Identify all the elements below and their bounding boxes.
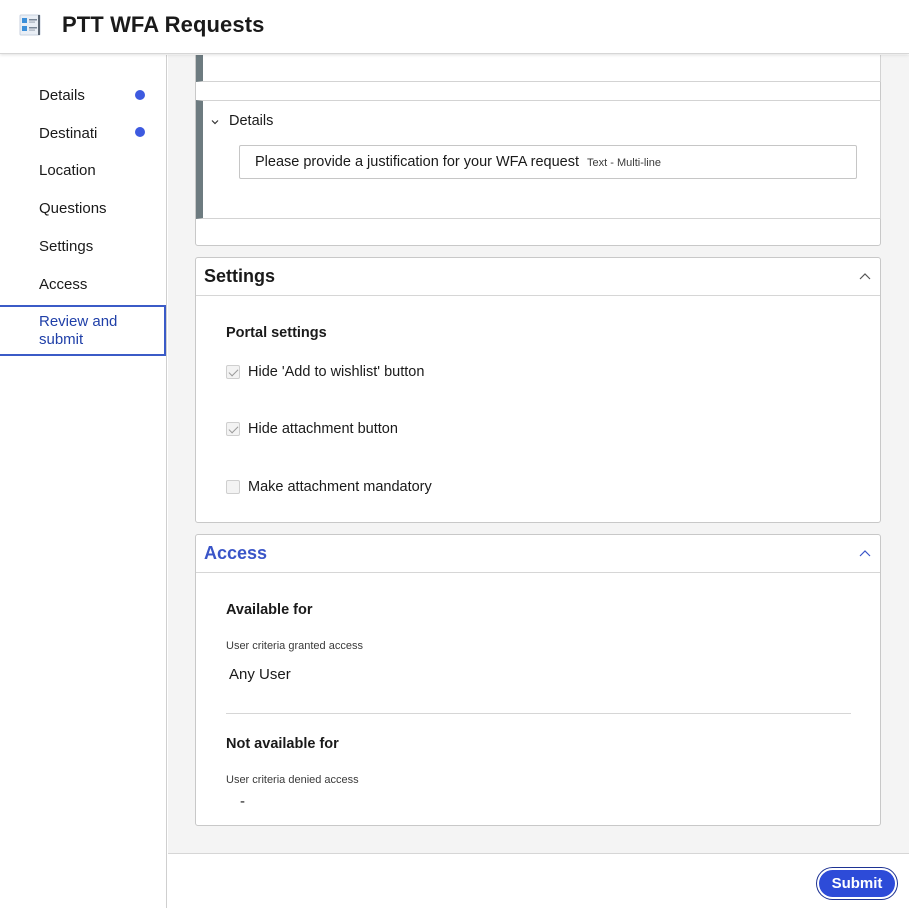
sidebar-nav: Details Destinati Location Questions Set… [0, 55, 167, 908]
hide-attachment-checkbox[interactable] [226, 422, 240, 436]
granted-access-label: User criteria granted access [226, 640, 363, 652]
settings-card-header[interactable]: Settings [196, 258, 880, 296]
checkbox-label: Hide attachment button [248, 421, 398, 437]
sidebar-item-label: Questions [39, 200, 107, 217]
checkbox-label: Hide 'Add to wishlist' button [248, 364, 425, 380]
variable-block-toggle-label[interactable]: Details [229, 113, 273, 129]
sidebar-item-review-and-submit[interactable]: Review and submit [0, 305, 166, 356]
sidebar-item-label: Access [39, 276, 88, 293]
page-title: PTT WFA Requests [62, 12, 265, 37]
settings-card: Settings Portal settings Hide 'Add to wi… [195, 257, 881, 523]
access-card: Access Available for User criteria grant… [195, 534, 881, 826]
hide-wishlist-checkbox[interactable] [226, 365, 240, 379]
granted-access-value: Any User [229, 666, 291, 683]
variable-block-details: Details Please provide a justification f… [196, 100, 881, 219]
denied-access-value: - [240, 793, 245, 810]
hide-wishlist-option: Hide 'Add to wishlist' button [226, 362, 424, 382]
sidebar-item-label: Details [39, 87, 85, 104]
app-header: PTT WFA Requests [0, 0, 909, 54]
chevron-down-icon[interactable] [210, 117, 220, 127]
sidebar-item-destination[interactable]: Destinati [0, 115, 166, 153]
field-type-label: Text - Multi-line [587, 157, 661, 169]
field-question-text: Please provide a justification for your … [255, 154, 579, 170]
settings-card-title: Settings [204, 266, 276, 286]
chevron-up-icon[interactable] [858, 270, 872, 284]
sidebar-item-location[interactable]: Location [0, 152, 166, 190]
form-list-icon [19, 14, 41, 36]
variable-block [196, 55, 881, 82]
portal-settings-heading: Portal settings [226, 325, 327, 341]
questions-card: Details Please provide a justification f… [195, 55, 881, 246]
status-dot [135, 127, 145, 137]
sidebar-item-label: Location [39, 162, 96, 179]
sidebar-item-details[interactable]: Details [0, 77, 166, 115]
status-dot [135, 90, 145, 100]
sidebar-item-settings[interactable]: Settings [0, 228, 166, 266]
main-content[interactable]: Details Please provide a justification f… [168, 55, 909, 853]
access-card-header[interactable]: Access [196, 535, 880, 573]
not-available-for-heading: Not available for [226, 736, 339, 752]
justification-field[interactable]: Please provide a justification for your … [239, 145, 857, 179]
access-card-title: Access [204, 543, 268, 563]
sidebar-item-label: Review and submit [39, 313, 118, 348]
sidebar-item-label: Destinati [39, 125, 98, 142]
checkbox-label: Make attachment mandatory [248, 479, 432, 495]
sidebar-item-access[interactable]: Access [0, 266, 166, 304]
chevron-up-icon[interactable] [858, 547, 872, 561]
hide-attachment-option: Hide attachment button [226, 419, 398, 439]
mandatory-attachment-option: Make attachment mandatory [226, 477, 432, 497]
sidebar-item-questions[interactable]: Questions [0, 190, 166, 228]
submit-button[interactable]: Submit [819, 870, 895, 897]
sidebar-item-label: Settings [39, 238, 94, 255]
divider [226, 713, 851, 714]
available-for-heading: Available for [226, 602, 313, 618]
footer-bar: Submit [168, 853, 909, 908]
mandatory-attachment-checkbox[interactable] [226, 480, 240, 494]
denied-access-label: User criteria denied access [226, 774, 359, 786]
